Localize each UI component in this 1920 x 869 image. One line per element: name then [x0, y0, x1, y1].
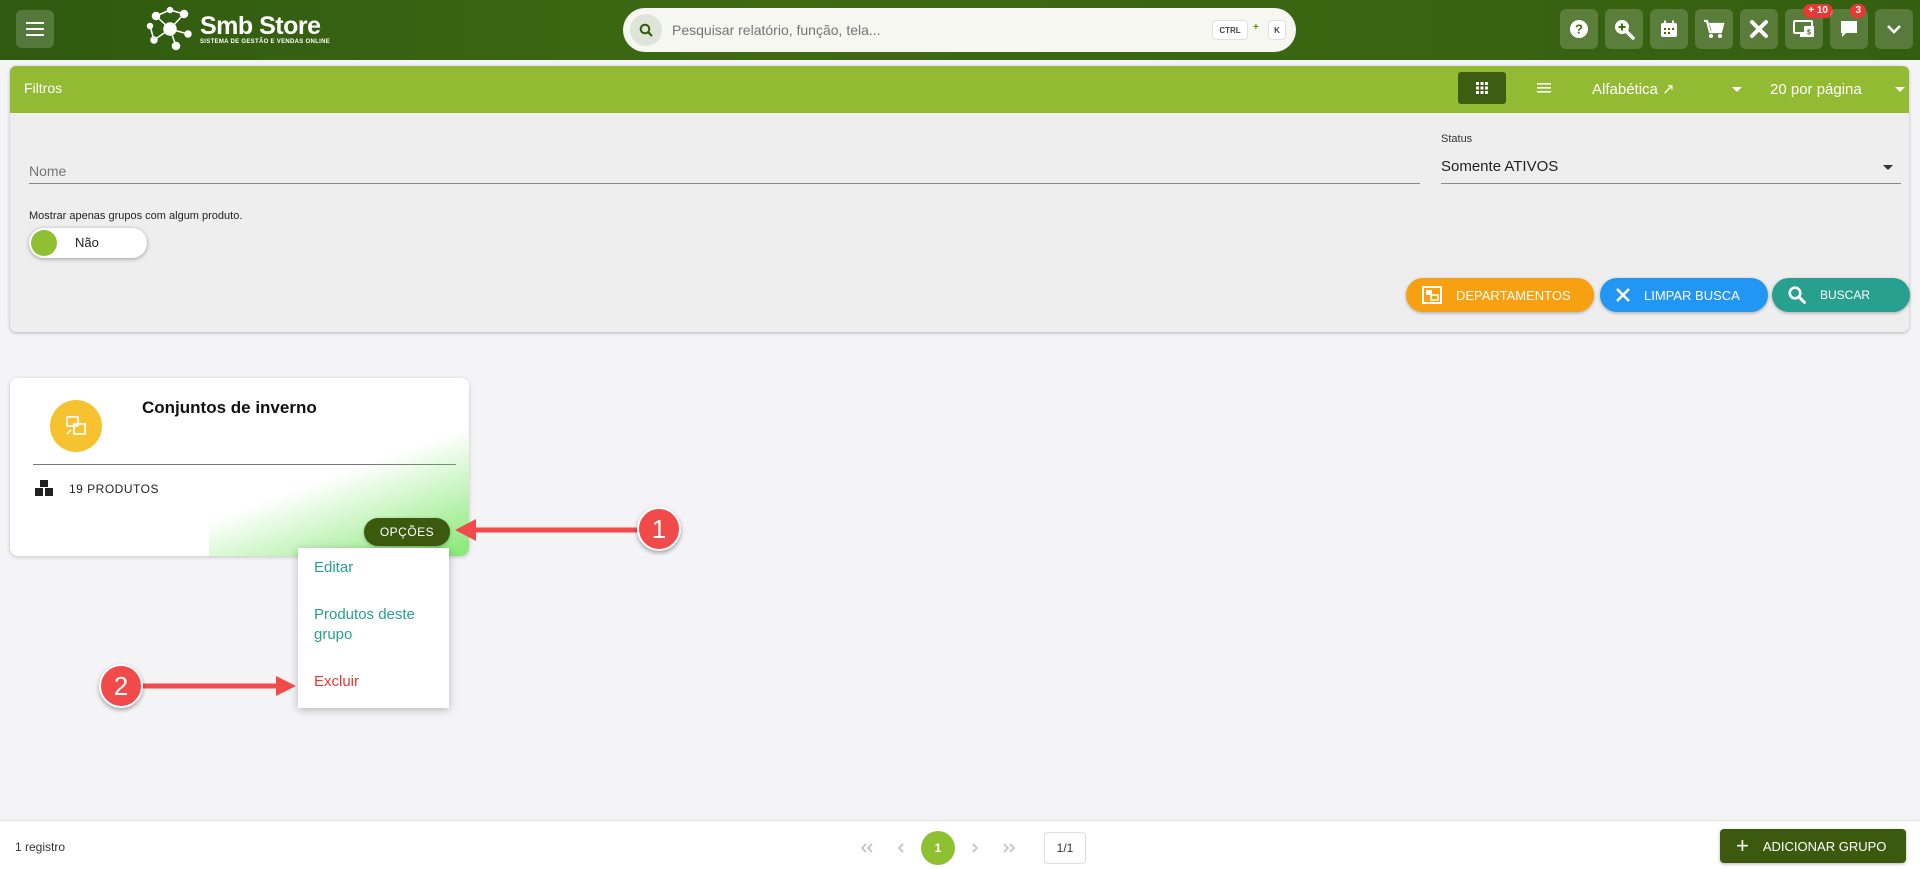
zoom-button[interactable] — [1605, 9, 1643, 49]
brand-title: Smb Store — [200, 12, 321, 40]
toggle-caption: Mostrar apenas grupos com algum produto. — [29, 210, 243, 222]
menu-item-group-products[interactable]: Produtos deste grupo — [314, 605, 439, 645]
boxes-icon — [35, 480, 53, 496]
help-button[interactable]: ? — [1560, 9, 1598, 49]
zoom-icon — [1615, 20, 1635, 40]
menu-item-edit[interactable]: Editar — [314, 558, 439, 578]
grid-icon — [1476, 82, 1488, 94]
sort-select[interactable]: Alfabética ↗ — [1582, 74, 1752, 104]
list-view-button[interactable] — [1520, 72, 1568, 104]
last-page-button[interactable] — [992, 833, 1026, 863]
grid-view-button[interactable] — [1458, 72, 1506, 104]
chevron-down-icon — [1887, 25, 1901, 34]
products-count: 19 PRODUTOS — [69, 482, 159, 496]
name-input[interactable] — [29, 152, 1420, 182]
caret-down-icon — [1883, 165, 1893, 170]
search-input[interactable] — [672, 22, 1192, 38]
search-label: BUSCAR — [1820, 288, 1871, 302]
annotation-marker-2: 2 — [99, 664, 143, 708]
caret-down-icon — [1732, 87, 1742, 92]
record-count: 1 registro — [15, 840, 66, 854]
page-total: 1/1 — [1044, 832, 1086, 864]
monitor-button[interactable]: $ + 10 — [1785, 4, 1833, 49]
options-menu: Editar Produtos deste grupo Excluir — [298, 548, 449, 708]
only-with-products-toggle[interactable]: Não — [29, 228, 147, 258]
departments-button[interactable]: DEPARTAMENTOS — [1406, 278, 1594, 312]
close-icon — [1616, 288, 1630, 302]
logo-network-icon — [146, 6, 192, 51]
clear-search-label: LIMPAR BUSCA — [1644, 287, 1740, 303]
card-divider — [33, 464, 456, 465]
tools-button[interactable] — [1740, 9, 1778, 49]
add-group-button[interactable]: + ADICIONAR GRUPO — [1720, 829, 1906, 863]
filters-header: Filtros Alfabética ↗ 20 por página — [10, 66, 1909, 113]
pagination: 1 1/1 — [850, 831, 1086, 865]
filters-title: Filtros — [24, 80, 63, 96]
status-label: Status — [1441, 133, 1473, 145]
shortcut-plus: + — [1253, 22, 1259, 33]
current-page[interactable]: 1 — [921, 831, 955, 865]
department-icon — [66, 416, 86, 435]
chevron-left-icon — [897, 843, 904, 853]
monitor-icon: $ — [1793, 20, 1814, 37]
annotation-marker-1: 1 — [637, 507, 681, 551]
prev-page-button[interactable] — [884, 833, 918, 863]
svg-text:$: $ — [1807, 30, 1811, 37]
brand-subtitle: SISTEMA DE GESTÃO E VENDAS ONLINE — [200, 39, 331, 45]
next-page-button[interactable] — [958, 833, 992, 863]
chat-icon — [1841, 21, 1857, 37]
cart-button[interactable] — [1695, 9, 1733, 49]
hamburger-menu-button[interactable] — [16, 10, 54, 48]
list-icon — [1537, 83, 1551, 93]
name-field — [29, 152, 1420, 184]
monitor-badge: + 10 — [1803, 4, 1833, 18]
group-avatar — [50, 400, 102, 452]
chat-badge: 3 — [1850, 4, 1866, 18]
tools-icon — [1750, 20, 1768, 38]
toggle-knob — [31, 230, 57, 256]
chat-button[interactable]: 3 — [1830, 4, 1868, 49]
help-icon: ? — [1570, 20, 1588, 38]
search-button[interactable]: BUSCAR — [1772, 278, 1910, 312]
global-search: CTRL + K — [623, 8, 1296, 52]
caret-down-icon — [1895, 87, 1905, 92]
annotation-arrow-1 — [455, 519, 640, 541]
double-chevron-left-icon — [860, 843, 873, 853]
brand-logo[interactable]: Smb Store SISTEMA DE GESTÃO E VENDAS ONL… — [146, 6, 330, 52]
plus-icon: + — [1736, 833, 1749, 858]
departments-label: DEPARTAMENTOS — [1456, 287, 1571, 303]
top-bar: Smb Store SISTEMA DE GESTÃO E VENDAS ONL… — [0, 0, 1920, 60]
toggle-label: Não — [75, 235, 99, 250]
clear-search-button[interactable]: LIMPAR BUSCA — [1600, 278, 1768, 312]
status-select[interactable]: Somente ATIVOS — [1441, 150, 1901, 184]
options-button[interactable]: OPÇÕES — [364, 518, 450, 546]
departments-icon — [1422, 286, 1442, 304]
group-title: Conjuntos de inverno — [142, 398, 317, 417]
menu-item-delete[interactable]: Excluir — [314, 672, 439, 692]
svg-text:?: ? — [1575, 22, 1583, 37]
double-chevron-right-icon — [1003, 843, 1016, 853]
filters-panel: Filtros Alfabética ↗ 20 por página Statu… — [10, 66, 1910, 332]
sort-value: Alfabética ↗ — [1592, 81, 1675, 98]
status-value: Somente ATIVOS — [1441, 158, 1559, 175]
calendar-icon — [1661, 20, 1677, 37]
search-icon — [1788, 286, 1806, 304]
shortcut-k-key: K — [1268, 20, 1286, 40]
per-page-value: 20 por página — [1770, 80, 1862, 98]
per-page-select[interactable]: 20 por página — [1764, 74, 1909, 104]
footer-bar: 1 registro 1 1/1 + ADICIONAR GRUPO — [0, 820, 1920, 869]
menu-icon — [26, 22, 44, 36]
shortcut-ctrl-key: CTRL — [1212, 20, 1248, 40]
add-group-label: ADICIONAR GRUPO — [1762, 838, 1887, 854]
user-menu-button[interactable] — [1875, 9, 1913, 49]
cart-icon — [1704, 19, 1725, 38]
calendar-button[interactable] — [1650, 9, 1688, 49]
first-page-button[interactable] — [850, 833, 884, 863]
chevron-right-icon — [972, 843, 979, 853]
annotation-arrow-2 — [142, 676, 296, 696]
search-icon — [630, 14, 662, 46]
